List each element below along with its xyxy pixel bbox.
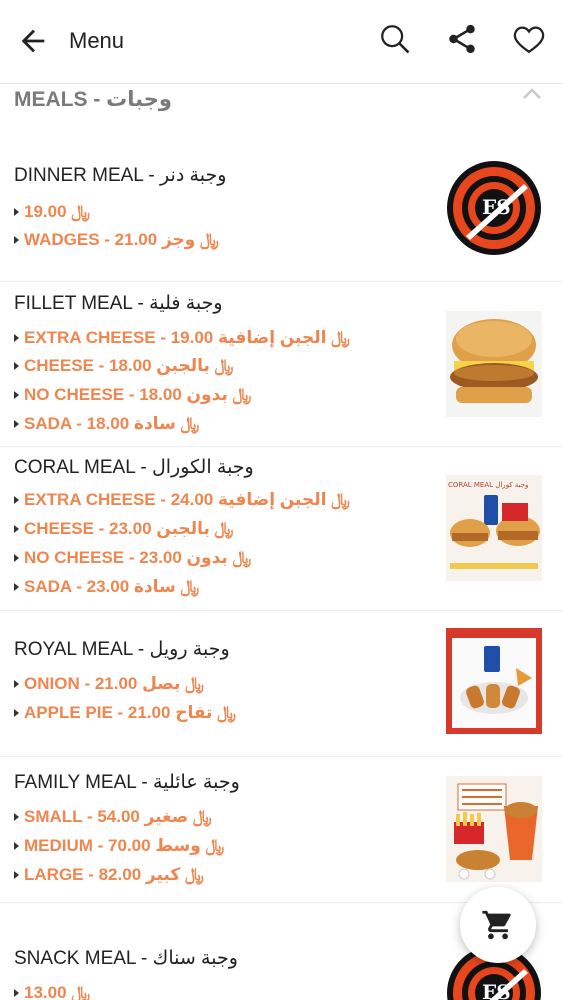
fs-logo: FS xyxy=(447,161,541,255)
svg-text:FS: FS xyxy=(482,980,511,1000)
search-icon xyxy=(381,25,410,54)
item-image[interactable] xyxy=(446,776,542,882)
royal-meal-photo xyxy=(446,628,542,734)
item-name: SNACK MEAL - وجبة سناك xyxy=(14,948,238,969)
item-option[interactable]: ONION - 21.00 ﷼ بصل xyxy=(14,674,204,694)
favorite-button[interactable] xyxy=(512,22,546,56)
item-option[interactable]: SMALL - 54.00 ﷼ صغير xyxy=(14,807,212,827)
image-caption: CORAL MEAL وجبة كورال xyxy=(448,481,528,489)
item-option[interactable]: LARGE - 82.00 ﷼ كبير xyxy=(14,865,204,885)
svg-text:FS: FS xyxy=(482,195,511,219)
share-icon xyxy=(449,24,475,54)
menu-item-fillet-meal[interactable]: FILLET MEAL - وجبة فلية EXTRA CHEESE - 1… xyxy=(0,282,563,447)
item-image[interactable]: FS xyxy=(446,156,542,262)
shopping-cart-icon xyxy=(482,910,511,940)
search-button[interactable] xyxy=(378,22,412,56)
item-option[interactable]: SADA - 18.00 ﷼ سادة xyxy=(14,414,199,434)
section-title: MEALS - وجبات xyxy=(14,88,172,111)
item-option[interactable]: NO CHEESE - 18.00 ﷼ بدون xyxy=(14,385,251,405)
item-option[interactable]: NO CHEESE - 23.00 ﷼ بدون xyxy=(14,548,251,568)
share-button[interactable] xyxy=(445,22,479,56)
item-option[interactable]: CHEESE - 18.00 ﷼ بالجبن xyxy=(14,356,233,376)
back-button[interactable] xyxy=(16,24,50,58)
chevron-up-icon[interactable] xyxy=(521,86,543,102)
item-name: CORAL MEAL - وجبة الكورال xyxy=(14,457,254,478)
cart-button[interactable] xyxy=(460,887,536,963)
menu-item-royal-meal[interactable]: ROYAL MEAL - وجبة رويل ONION - 21.00 ﷼ ب… xyxy=(0,611,563,757)
app-bar: Menu xyxy=(0,0,563,84)
heart-icon xyxy=(513,26,545,54)
family-meal-photo xyxy=(446,776,542,882)
item-image[interactable]: CORAL MEAL وجبة كورال xyxy=(446,475,542,581)
menu-item-dinner-meal[interactable]: DINNER MEAL - وجبة دنر 19.00 ﷼ WADGES - … xyxy=(0,150,563,282)
page-title: Menu xyxy=(69,28,125,53)
item-name: FILLET MEAL - وجبة فلية xyxy=(14,293,223,314)
menu-item-family-meal[interactable]: FAMILY MEAL - وجبة عائلية SMALL - 54.00 … xyxy=(0,757,563,903)
item-option[interactable]: SADA - 23.00 ﷼ سادة xyxy=(14,577,199,597)
item-option[interactable]: APPLE PIE - 21.00 ﷼ تفاح xyxy=(14,703,236,723)
item-option[interactable]: EXTRA CHEESE - 24.00 ﷼ الجبن إضافية xyxy=(14,490,350,510)
menu-item-coral-meal[interactable]: CORAL MEAL - وجبة الكورال EXTRA CHEESE -… xyxy=(0,447,563,611)
coral-meal-photo: CORAL MEAL وجبة كورال xyxy=(446,475,542,581)
item-option[interactable]: CHEESE - 23.00 ﷼ بالجبن xyxy=(14,519,233,539)
item-image[interactable] xyxy=(446,628,542,734)
item-option[interactable]: EXTRA CHEESE - 19.00 ﷼ الجبن إضافية xyxy=(14,328,350,348)
item-name: DINNER MEAL - وجبة دنر xyxy=(14,165,227,186)
item-name: ROYAL MEAL - وجبة رويل xyxy=(14,639,230,660)
item-option[interactable]: WADGES - 21.00 ﷼ وجز xyxy=(14,230,219,250)
item-option[interactable]: 13.00 ﷼ xyxy=(14,983,90,1000)
item-name: FAMILY MEAL - وجبة عائلية xyxy=(14,772,240,793)
section-header-meals[interactable]: MEALS - وجبات xyxy=(14,84,549,120)
item-image[interactable] xyxy=(446,311,542,417)
burger-photo xyxy=(446,311,542,417)
item-option[interactable]: 19.00 ﷼ xyxy=(14,202,90,222)
arrow-back-icon xyxy=(21,29,45,53)
item-option[interactable]: MEDIUM - 70.00 ﷼ وسط xyxy=(14,836,224,856)
